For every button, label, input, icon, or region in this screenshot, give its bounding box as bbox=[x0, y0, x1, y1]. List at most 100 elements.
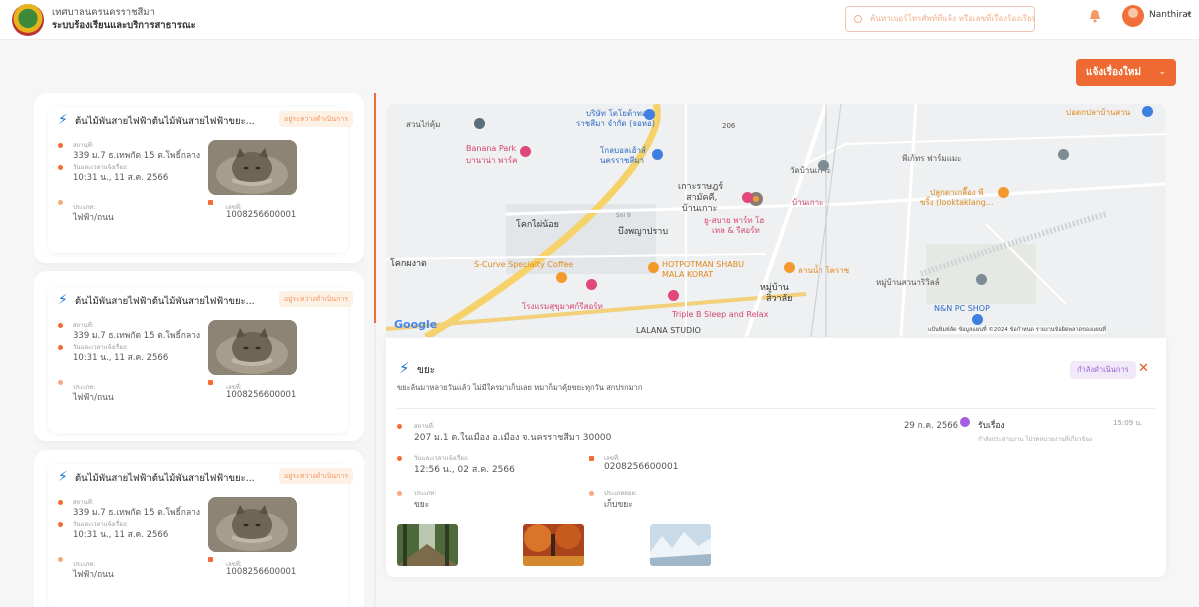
card-body: ⚡ ต้นไม้พันสายไฟฟ้าต้นไม้พันสายไฟฟ้าขยะ.… bbox=[48, 464, 354, 607]
google-logo: Google bbox=[394, 318, 438, 331]
map-label: ราชสีมา จำกัด (จอหอ) bbox=[576, 119, 655, 128]
map-poi-icon[interactable] bbox=[998, 187, 1009, 198]
map-poi-icon[interactable] bbox=[1142, 106, 1153, 117]
map-label: สิวาลัย bbox=[766, 294, 793, 304]
complaint-card[interactable]: ⚡ ต้นไม้พันสายไฟฟ้าต้นไม้พันสายไฟฟ้าขยะ.… bbox=[34, 450, 364, 607]
municipality-logo[interactable] bbox=[12, 4, 44, 36]
location-pin-icon bbox=[58, 323, 63, 328]
map-poi-icon[interactable] bbox=[520, 146, 531, 157]
map-label: บ่อตกปลาบ้านสวน bbox=[1066, 108, 1131, 117]
complaint-detail: ⚡ ขยะ ขยะล้นมาหลายวันแล้ว ไม่มีใครมาเก็บ… bbox=[386, 338, 1166, 577]
card-title: ต้นไม้พันสายไฟฟ้าต้นไม้พันสายไฟฟ้าขยะ... bbox=[75, 473, 255, 484]
map-label: LALANA STUDIO bbox=[636, 326, 701, 335]
org-name: เทศบาลนครนครราชสีมา ระบบร้องเรียนและบริก… bbox=[52, 6, 196, 32]
location-pin-icon bbox=[58, 500, 63, 505]
map-poi-icon[interactable] bbox=[652, 149, 663, 160]
map-label: โคกไผ่น้อย bbox=[516, 220, 559, 230]
complaint-card[interactable]: ⚡ ต้นไม้พันสายไฟฟ้าต้นไม้พันสายไฟฟ้าขยะ.… bbox=[34, 93, 364, 263]
card-photo[interactable] bbox=[208, 140, 297, 195]
card-photo[interactable] bbox=[208, 497, 297, 552]
map-label: บึงพญาปราบ bbox=[618, 227, 669, 237]
status-badge: อยู่ระหว่างดำเนินการ bbox=[279, 291, 354, 307]
map-poi-icon[interactable] bbox=[644, 109, 655, 120]
map-poi-icon[interactable] bbox=[784, 262, 795, 273]
map-poi-icon[interactable] bbox=[586, 279, 597, 290]
attachment-photo[interactable] bbox=[397, 524, 458, 566]
datetime-value: 10:31 น., 11 ส.ค. 2566 bbox=[73, 530, 169, 540]
map-attribution[interactable]: แป้นพิมพ์ลัด ข้อมูลแผนที่ ©2024 ข้อกำหนด… bbox=[928, 326, 1106, 334]
type-value: ขยะ bbox=[414, 500, 430, 510]
category-icon bbox=[58, 557, 63, 562]
location-value: 339 ม.7 ธ.เทพกัต 15 ต.โพธิ์กลาง bbox=[73, 151, 201, 161]
close-icon[interactable]: ✕ bbox=[1138, 361, 1149, 377]
top-header: เทศบาลนครนครราชสีมา ระบบร้องเรียนและบริก… bbox=[0, 0, 1199, 40]
chevron-down-icon: ⌄ bbox=[1158, 67, 1166, 77]
bell-icon[interactable] bbox=[1089, 9, 1101, 23]
attachment-photo[interactable] bbox=[650, 524, 711, 566]
document-icon bbox=[208, 557, 213, 562]
map-poi-icon[interactable] bbox=[648, 262, 659, 273]
list-divider bbox=[374, 93, 376, 607]
map-poi-icon[interactable] bbox=[556, 272, 567, 283]
card-body: ⚡ ต้นไม้พันสายไฟฟ้าต้นไม้พันสายไฟฟ้าขยะ.… bbox=[48, 287, 354, 433]
map-label: พีเก้ทร ฟาร์มแมะ bbox=[902, 154, 962, 163]
location-pin-icon bbox=[58, 143, 63, 148]
map-poi-icon[interactable] bbox=[818, 160, 829, 171]
divider bbox=[397, 408, 1155, 409]
map-poi-icon[interactable] bbox=[976, 274, 987, 285]
clock-icon bbox=[58, 345, 63, 350]
map-label: โคกผงาด bbox=[390, 259, 427, 269]
type-value: ไฟฟ้า/ถนน bbox=[73, 393, 114, 403]
lightning-icon: ⚡ bbox=[58, 292, 68, 308]
status-badge: กำลังดำเนินการ bbox=[1070, 361, 1136, 379]
number-value: 1008256600001 bbox=[226, 210, 297, 220]
attachment-photo[interactable] bbox=[523, 524, 584, 566]
search-icon bbox=[854, 15, 862, 23]
active-indicator bbox=[374, 93, 376, 323]
new-report-button[interactable]: แจ้งเรื่องใหม่ ⌄ bbox=[1076, 59, 1176, 86]
datetime-value: 10:31 น., 11 ส.ค. 2566 bbox=[73, 173, 169, 183]
status-badge: อยู่ระหว่างดำเนินการ bbox=[279, 111, 354, 127]
map-poi-icon[interactable] bbox=[1058, 149, 1069, 160]
category-icon bbox=[58, 200, 63, 205]
search-input[interactable]: ค้นหาเบอร์โทรศัพท์ที่แจ้ง หรือเลขที่เรื่… bbox=[845, 6, 1035, 32]
location-value: 207 ม.1 ต.ในเมือง อ.เมือง จ.นครราชสีมา 3… bbox=[414, 433, 612, 443]
user-avatar[interactable] bbox=[1122, 5, 1144, 27]
timeline-dot bbox=[960, 417, 970, 427]
map-label: HOTPOTMAN SHABU bbox=[662, 260, 745, 269]
map-poi-icon[interactable] bbox=[742, 192, 753, 203]
category-icon bbox=[58, 380, 63, 385]
user-name[interactable]: Nanthirat bbox=[1149, 10, 1191, 20]
number-value: 1008256600001 bbox=[226, 390, 297, 400]
map-poi-icon[interactable] bbox=[972, 314, 983, 325]
map-label: S-Curve Specialty Coffee bbox=[474, 260, 574, 269]
type-value: ไฟฟ้า/ถนน bbox=[73, 570, 114, 580]
chevron-down-icon[interactable]: ▾ bbox=[1187, 10, 1191, 19]
number-value: 0208256600001 bbox=[604, 462, 679, 472]
document-icon bbox=[208, 200, 213, 205]
subtype-value: เก็บขยะ bbox=[604, 500, 633, 510]
datetime-value: 10:31 น., 11 ส.ค. 2566 bbox=[73, 353, 169, 363]
map-label: Triple B Sleep and Relax bbox=[672, 310, 769, 319]
map-label: ซริ้ง (looktaklang... bbox=[920, 198, 994, 207]
card-title: ต้นไม้พันสายไฟฟ้าต้นไม้พันสายไฟฟ้าขยะ... bbox=[75, 296, 255, 307]
location-map[interactable]: สวนไก่คุ้ม Banana Park บานาน่า พาร์ค บริ… bbox=[386, 104, 1166, 337]
subcategory-icon bbox=[589, 491, 594, 496]
lightning-icon: ⚡ bbox=[58, 469, 68, 485]
status-badge: อยู่ระหว่างดำเนินการ bbox=[279, 468, 354, 484]
complaint-card[interactable]: ⚡ ต้นไม้พันสายไฟฟ้าต้นไม้พันสายไฟฟ้าขยะ.… bbox=[34, 271, 364, 441]
complaint-list: ⚡ ต้นไม้พันสายไฟฟ้าต้นไม้พันสายไฟฟ้าขยะ.… bbox=[34, 93, 364, 607]
location-pin-icon bbox=[397, 424, 402, 429]
card-body: ⚡ ต้นไม้พันสายไฟฟ้าต้นไม้พันสายไฟฟ้าขยะ.… bbox=[48, 107, 354, 253]
new-report-label: แจ้งเรื่องใหม่ bbox=[1086, 67, 1141, 78]
document-icon bbox=[589, 456, 594, 461]
map-poi-icon[interactable] bbox=[668, 290, 679, 301]
timeline-time: 15:09 น. bbox=[1113, 419, 1143, 427]
map-label: ลานน้ำ โคราช bbox=[798, 266, 850, 275]
location-value: 339 ม.7 ธ.เทพกัต 15 ต.โพธิ์กลาง bbox=[73, 508, 201, 518]
map-poi-icon[interactable] bbox=[474, 118, 485, 129]
map-label: N&N PC SHOP bbox=[934, 304, 990, 313]
card-photo[interactable] bbox=[208, 320, 297, 375]
document-icon bbox=[208, 380, 213, 385]
clock-icon bbox=[397, 456, 402, 461]
